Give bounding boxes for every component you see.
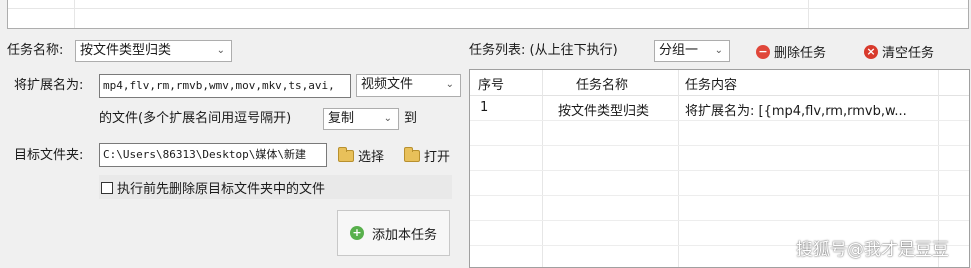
- add-task-label: 添加本任务: [371, 227, 437, 243]
- task-name-label: 任务名称:: [7, 43, 64, 58]
- task-name-combobox[interactable]: 按文件类型归类 ⌄: [75, 40, 232, 62]
- chevron-down-icon: ⌄: [383, 113, 392, 124]
- delete-task-button[interactable]: − 删除任务: [756, 42, 826, 61]
- clear-tasks-label: 清空任务: [882, 46, 935, 61]
- minus-circle-icon: −: [756, 44, 770, 59]
- open-folder-label: 打开: [424, 150, 451, 165]
- task-row-name[interactable]: 按文件类型归类: [558, 100, 649, 119]
- task-name-value: 按文件类型归类: [80, 43, 172, 58]
- column-header-name[interactable]: 任务名称: [576, 74, 628, 93]
- task-row-index[interactable]: 1: [480, 100, 488, 115]
- action-combobox[interactable]: 复制 ⌄: [323, 108, 399, 130]
- grid-line: [678, 70, 679, 267]
- grid-line: [808, 0, 809, 28]
- open-folder-icon: [404, 146, 420, 162]
- target-folder-label: 目标文件夹:: [14, 148, 84, 163]
- group-value: 分组一: [659, 43, 699, 58]
- grid-line: [470, 170, 969, 171]
- extension-input[interactable]: mp4,flv,rm,rmvb,wmv,mov,mkv,ts,avi,: [99, 74, 351, 98]
- clear-tasks-button[interactable]: × 清空任务: [864, 42, 934, 61]
- watermark: 搜狐号@我才是豆豆: [796, 240, 949, 260]
- task-row-content[interactable]: 将扩展名为: [{mp4,flv,rm,rmvb,w...: [685, 100, 907, 119]
- action-value: 复制: [328, 111, 355, 126]
- extension-label: 将扩展名为:: [14, 78, 84, 93]
- column-header-content[interactable]: 任务内容: [685, 74, 737, 93]
- add-task-button[interactable]: + 添加本任务: [337, 210, 450, 256]
- checkbox-box[interactable]: [101, 181, 113, 194]
- folder-icon: [338, 146, 354, 162]
- chevron-down-icon: ⌄: [216, 45, 225, 56]
- file-type-combobox[interactable]: 视频文件 ⌄: [356, 74, 461, 97]
- grid-line: [542, 70, 543, 267]
- column-header-index[interactable]: 序号: [478, 74, 504, 93]
- top-grid-panel[interactable]: [7, 0, 969, 29]
- target-folder-input[interactable]: C:\Users\86313\Desktop\媒体\新建: [99, 143, 327, 167]
- grid-line: [470, 220, 969, 221]
- task-list-label: 任务列表: (从上往下执行): [469, 43, 618, 58]
- x-circle-icon: ×: [864, 44, 878, 59]
- select-folder-button[interactable]: 选择: [338, 146, 384, 165]
- delete-before-checkbox[interactable]: 执行前先删除原目标文件夹中的文件: [101, 178, 325, 197]
- open-folder-button[interactable]: 打开: [404, 146, 450, 165]
- grid-line: [470, 195, 969, 196]
- grid-line: [8, 8, 968, 9]
- grid-line: [470, 145, 969, 146]
- chevron-down-icon: ⌄: [445, 79, 454, 90]
- plus-circle-icon: +: [349, 226, 364, 240]
- chevron-down-icon: ⌄: [714, 45, 723, 56]
- select-folder-label: 选择: [358, 150, 385, 165]
- group-combobox[interactable]: 分组一 ⌄: [654, 40, 730, 62]
- delete-task-label: 删除任务: [774, 46, 827, 61]
- grid-line: [470, 120, 969, 121]
- file-type-value: 视频文件: [361, 77, 414, 92]
- files-description: 的文件(多个扩展名间用逗号隔开): [99, 111, 292, 126]
- grid-line: [74, 0, 75, 28]
- to-label: 到: [404, 111, 418, 126]
- delete-before-label: 执行前先删除原目标文件夹中的文件: [117, 182, 326, 197]
